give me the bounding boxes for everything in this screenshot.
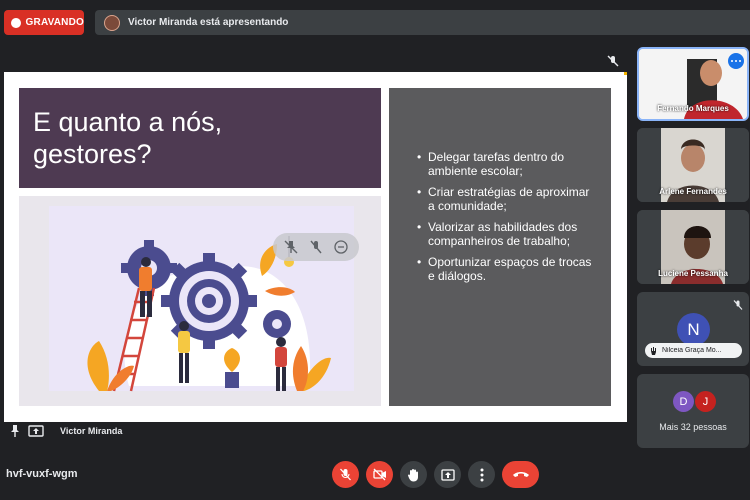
avatar: N — [677, 313, 710, 346]
avatar: J — [695, 391, 716, 412]
tile-hover-controls — [273, 233, 359, 261]
mic-muted-icon — [607, 55, 619, 67]
present-screen-icon — [28, 425, 44, 437]
bullet-item: Delegar tarefas dentro do ambiente escol… — [417, 150, 595, 178]
remove-icon[interactable] — [332, 238, 350, 256]
end-call-button[interactable] — [502, 461, 539, 488]
participant-tile[interactable]: Arlene Fernandes — [637, 128, 749, 202]
participant-tile[interactable]: N Nilceia Graça Mo... — [637, 292, 749, 366]
name-chip: Nilceia Graça Mo... — [645, 343, 742, 358]
slide-illustration — [19, 196, 381, 406]
presenting-banner: Victor Miranda está apresentando — [95, 10, 750, 35]
recording-badge: GRAVANDO — [4, 10, 84, 35]
bullet-list: Delegar tarefas dentro do ambiente escol… — [417, 150, 595, 283]
present-now-button[interactable] — [434, 461, 461, 488]
camera-toggle-button[interactable] — [366, 461, 393, 488]
end-call-icon — [512, 472, 529, 477]
raise-hand-icon — [408, 468, 418, 481]
slide-title-line2: gestores? — [33, 139, 152, 169]
gears-team-illustration — [49, 206, 354, 392]
mic-muted-icon — [733, 300, 743, 310]
presenter-avatar — [104, 14, 120, 31]
presenter-name: Victor Miranda — [60, 426, 123, 436]
slide-title-box: E quanto a nós, gestores? — [19, 88, 381, 188]
more-participants-text: Mais 32 pessoas — [659, 422, 727, 432]
presentation-slide: E quanto a nós, gestores? • Delegar tare… — [4, 72, 627, 422]
pin-icon[interactable] — [282, 238, 300, 256]
recording-label: GRAVANDO — [25, 17, 84, 28]
presenter-label-row: Victor Miranda — [10, 424, 122, 438]
mic-off-icon[interactable] — [307, 238, 325, 256]
participant-name: Nilceia Graça Mo... — [662, 347, 722, 354]
participant-name: Fernando Marques — [657, 104, 729, 113]
participant-tile[interactable]: Fernando Marques — [637, 47, 749, 121]
present-screen-icon — [440, 468, 455, 481]
bullet-item: Criar estratégias de aproximar a comunid… — [417, 185, 595, 213]
mic-off-icon — [340, 468, 351, 481]
slide-title-line1: E quanto a nós, — [33, 107, 223, 137]
bullet-item: Oportunizar espaços de trocas e diálogos… — [417, 255, 595, 283]
more-options-button[interactable] — [468, 461, 495, 488]
meeting-code: hvf-vuxf-wgm — [6, 468, 78, 480]
avatar: D — [673, 391, 694, 412]
meet-window: GRAVANDO Victor Miranda está apresentand… — [0, 0, 750, 500]
presenting-text: Victor Miranda está apresentando — [128, 17, 289, 28]
participant-name: Luciene Pessanha — [658, 269, 728, 278]
raise-hand-button[interactable] — [400, 461, 427, 488]
slide-corner-mark — [624, 72, 627, 75]
slide-bullets-box: Delegar tarefas dentro do ambiente escol… — [389, 88, 611, 406]
bullet-item: Valorizar as habilidades dos companheiro… — [417, 220, 595, 248]
participant-name: Arlene Fernandes — [659, 187, 727, 196]
more-options-icon[interactable] — [728, 53, 744, 69]
camera-off-icon — [372, 468, 386, 481]
participant-tile[interactable]: Luciene Pessanha — [637, 210, 749, 284]
raise-hand-icon — [651, 347, 656, 355]
record-dot-icon — [11, 17, 21, 28]
more-options-icon — [480, 468, 483, 481]
mic-toggle-button[interactable] — [332, 461, 359, 488]
pin-icon[interactable] — [10, 425, 20, 437]
more-participants-tile[interactable]: D J Mais 32 pessoas — [637, 374, 749, 448]
